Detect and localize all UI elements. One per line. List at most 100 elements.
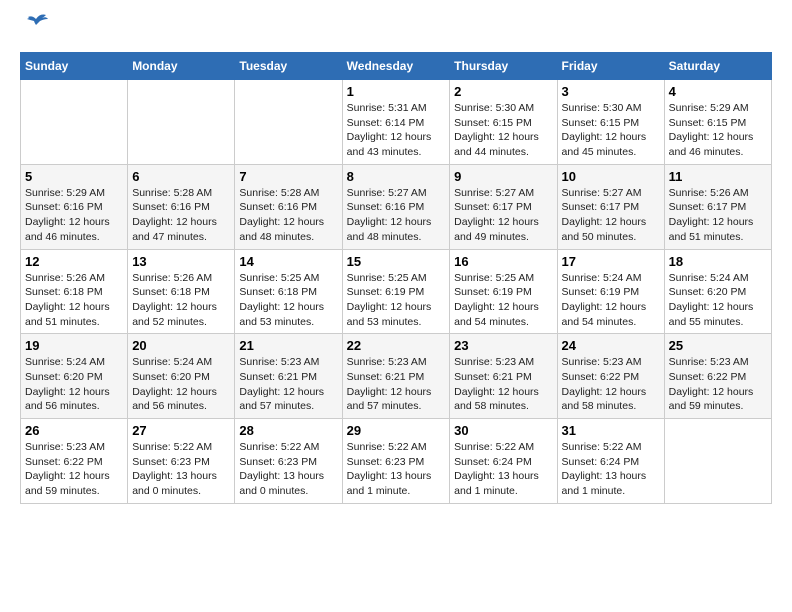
- day-info: Sunrise: 5:28 AM Sunset: 6:16 PM Dayligh…: [132, 186, 230, 245]
- calendar-cell: 8 Sunrise: 5:27 AM Sunset: 6:16 PM Daylig…: [342, 164, 450, 249]
- day-number: 17: [562, 254, 660, 269]
- calendar-cell: 14 Sunrise: 5:25 AM Sunset: 6:18 PM Dayli…: [235, 249, 342, 334]
- column-header-sunday: Sunday: [21, 53, 128, 80]
- calendar-cell: 22 Sunrise: 5:23 AM Sunset: 6:21 PM Dayli…: [342, 334, 450, 419]
- day-number: 3: [562, 84, 660, 99]
- calendar-cell: 17 Sunrise: 5:24 AM Sunset: 6:19 PM Dayli…: [557, 249, 664, 334]
- day-number: 16: [454, 254, 552, 269]
- day-info: Sunrise: 5:27 AM Sunset: 6:16 PM Dayligh…: [347, 186, 446, 245]
- calendar-week-row: 19 Sunrise: 5:24 AM Sunset: 6:20 PM Dayli…: [21, 334, 772, 419]
- day-info: Sunrise: 5:31 AM Sunset: 6:14 PM Dayligh…: [347, 101, 446, 160]
- calendar-week-row: 5 Sunrise: 5:29 AM Sunset: 6:16 PM Daylig…: [21, 164, 772, 249]
- day-info: Sunrise: 5:26 AM Sunset: 6:18 PM Dayligh…: [132, 271, 230, 330]
- day-info: Sunrise: 5:24 AM Sunset: 6:20 PM Dayligh…: [669, 271, 767, 330]
- calendar-cell: 15 Sunrise: 5:25 AM Sunset: 6:19 PM Dayli…: [342, 249, 450, 334]
- day-number: 5: [25, 169, 123, 184]
- calendar-cell: 11Sunrise: 5:26 AM Sunset: 6:17 PM Dayli…: [664, 164, 771, 249]
- day-info: Sunrise: 5:22 AM Sunset: 6:23 PM Dayligh…: [347, 440, 446, 499]
- day-info: Sunrise: 5:29 AM Sunset: 6:15 PM Dayligh…: [669, 101, 767, 160]
- day-info: Sunrise: 5:22 AM Sunset: 6:24 PM Dayligh…: [562, 440, 660, 499]
- calendar-cell: 13Sunrise: 5:26 AM Sunset: 6:18 PM Dayli…: [128, 249, 235, 334]
- day-info: Sunrise: 5:24 AM Sunset: 6:19 PM Dayligh…: [562, 271, 660, 330]
- day-number: 18: [669, 254, 767, 269]
- day-info: Sunrise: 5:22 AM Sunset: 6:23 PM Dayligh…: [239, 440, 337, 499]
- calendar-cell: 25 Sunrise: 5:23 AM Sunset: 6:22 PM Dayli…: [664, 334, 771, 419]
- calendar-cell: 5 Sunrise: 5:29 AM Sunset: 6:16 PM Daylig…: [21, 164, 128, 249]
- day-number: 6: [132, 169, 230, 184]
- day-info: Sunrise: 5:23 AM Sunset: 6:21 PM Dayligh…: [347, 355, 446, 414]
- day-number: 29: [347, 423, 446, 438]
- day-info: Sunrise: 5:26 AM Sunset: 6:17 PM Dayligh…: [669, 186, 767, 245]
- day-number: 20: [132, 338, 230, 353]
- calendar-cell: 20Sunrise: 5:24 AM Sunset: 6:20 PM Dayli…: [128, 334, 235, 419]
- calendar-cell: 21 Sunrise: 5:23 AM Sunset: 6:21 PM Dayli…: [235, 334, 342, 419]
- day-info: Sunrise: 5:22 AM Sunset: 6:23 PM Dayligh…: [132, 440, 230, 499]
- calendar-week-row: 26Sunrise: 5:23 AM Sunset: 6:22 PM Dayli…: [21, 419, 772, 504]
- calendar-cell: [664, 419, 771, 504]
- day-number: 24: [562, 338, 660, 353]
- day-number: 23: [454, 338, 552, 353]
- logo: [20, 20, 50, 42]
- page-header: [20, 20, 772, 42]
- day-number: 19: [25, 338, 123, 353]
- day-info: Sunrise: 5:25 AM Sunset: 6:19 PM Dayligh…: [347, 271, 446, 330]
- calendar-cell: 12Sunrise: 5:26 AM Sunset: 6:18 PM Dayli…: [21, 249, 128, 334]
- column-header-wednesday: Wednesday: [342, 53, 450, 80]
- day-number: 1: [347, 84, 446, 99]
- day-info: Sunrise: 5:25 AM Sunset: 6:18 PM Dayligh…: [239, 271, 337, 330]
- calendar-cell: 7 Sunrise: 5:28 AM Sunset: 6:16 PM Daylig…: [235, 164, 342, 249]
- day-number: 8: [347, 169, 446, 184]
- calendar-cell: 2 Sunrise: 5:30 AM Sunset: 6:15 PM Daylig…: [450, 80, 557, 165]
- day-info: Sunrise: 5:25 AM Sunset: 6:19 PM Dayligh…: [454, 271, 552, 330]
- day-info: Sunrise: 5:27 AM Sunset: 6:17 PM Dayligh…: [454, 186, 552, 245]
- calendar-cell: [21, 80, 128, 165]
- calendar-cell: 28 Sunrise: 5:22 AM Sunset: 6:23 PM Dayli…: [235, 419, 342, 504]
- calendar-cell: 30 Sunrise: 5:22 AM Sunset: 6:24 PM Dayli…: [450, 419, 557, 504]
- column-header-friday: Friday: [557, 53, 664, 80]
- day-number: 30: [454, 423, 552, 438]
- day-info: Sunrise: 5:26 AM Sunset: 6:18 PM Dayligh…: [25, 271, 123, 330]
- day-number: 28: [239, 423, 337, 438]
- column-header-saturday: Saturday: [664, 53, 771, 80]
- calendar-cell: 19 Sunrise: 5:24 AM Sunset: 6:20 PM Dayli…: [21, 334, 128, 419]
- day-info: Sunrise: 5:28 AM Sunset: 6:16 PM Dayligh…: [239, 186, 337, 245]
- calendar-week-row: 12Sunrise: 5:26 AM Sunset: 6:18 PM Dayli…: [21, 249, 772, 334]
- day-info: Sunrise: 5:30 AM Sunset: 6:15 PM Dayligh…: [562, 101, 660, 160]
- day-number: 14: [239, 254, 337, 269]
- calendar-cell: [128, 80, 235, 165]
- calendar-cell: 27 Sunrise: 5:22 AM Sunset: 6:23 PM Dayli…: [128, 419, 235, 504]
- day-number: 27: [132, 423, 230, 438]
- calendar-cell: 18 Sunrise: 5:24 AM Sunset: 6:20 PM Dayli…: [664, 249, 771, 334]
- calendar-week-row: 1 Sunrise: 5:31 AM Sunset: 6:14 PM Daylig…: [21, 80, 772, 165]
- logo-bird-icon: [22, 11, 50, 31]
- day-number: 2: [454, 84, 552, 99]
- day-number: 7: [239, 169, 337, 184]
- day-number: 4: [669, 84, 767, 99]
- day-info: Sunrise: 5:27 AM Sunset: 6:17 PM Dayligh…: [562, 186, 660, 245]
- calendar-cell: [235, 80, 342, 165]
- day-info: Sunrise: 5:24 AM Sunset: 6:20 PM Dayligh…: [25, 355, 123, 414]
- day-info: Sunrise: 5:23 AM Sunset: 6:21 PM Dayligh…: [239, 355, 337, 414]
- calendar-cell: 10Sunrise: 5:27 AM Sunset: 6:17 PM Dayli…: [557, 164, 664, 249]
- day-info: Sunrise: 5:23 AM Sunset: 6:22 PM Dayligh…: [669, 355, 767, 414]
- day-info: Sunrise: 5:30 AM Sunset: 6:15 PM Dayligh…: [454, 101, 552, 160]
- day-number: 15: [347, 254, 446, 269]
- column-header-monday: Monday: [128, 53, 235, 80]
- calendar-cell: 3 Sunrise: 5:30 AM Sunset: 6:15 PM Daylig…: [557, 80, 664, 165]
- day-number: 9: [454, 169, 552, 184]
- calendar-cell: 29 Sunrise: 5:22 AM Sunset: 6:23 PM Dayli…: [342, 419, 450, 504]
- day-number: 22: [347, 338, 446, 353]
- day-info: Sunrise: 5:23 AM Sunset: 6:21 PM Dayligh…: [454, 355, 552, 414]
- calendar-table: SundayMondayTuesdayWednesdayThursdayFrid…: [20, 52, 772, 504]
- calendar-cell: 23 Sunrise: 5:23 AM Sunset: 6:21 PM Dayli…: [450, 334, 557, 419]
- day-number: 25: [669, 338, 767, 353]
- calendar-cell: 6 Sunrise: 5:28 AM Sunset: 6:16 PM Daylig…: [128, 164, 235, 249]
- column-header-thursday: Thursday: [450, 53, 557, 80]
- calendar-cell: 31Sunrise: 5:22 AM Sunset: 6:24 PM Dayli…: [557, 419, 664, 504]
- day-info: Sunrise: 5:29 AM Sunset: 6:16 PM Dayligh…: [25, 186, 123, 245]
- day-info: Sunrise: 5:23 AM Sunset: 6:22 PM Dayligh…: [562, 355, 660, 414]
- day-info: Sunrise: 5:22 AM Sunset: 6:24 PM Dayligh…: [454, 440, 552, 499]
- day-number: 21: [239, 338, 337, 353]
- calendar-cell: 4 Sunrise: 5:29 AM Sunset: 6:15 PM Daylig…: [664, 80, 771, 165]
- calendar-cell: 26Sunrise: 5:23 AM Sunset: 6:22 PM Dayli…: [21, 419, 128, 504]
